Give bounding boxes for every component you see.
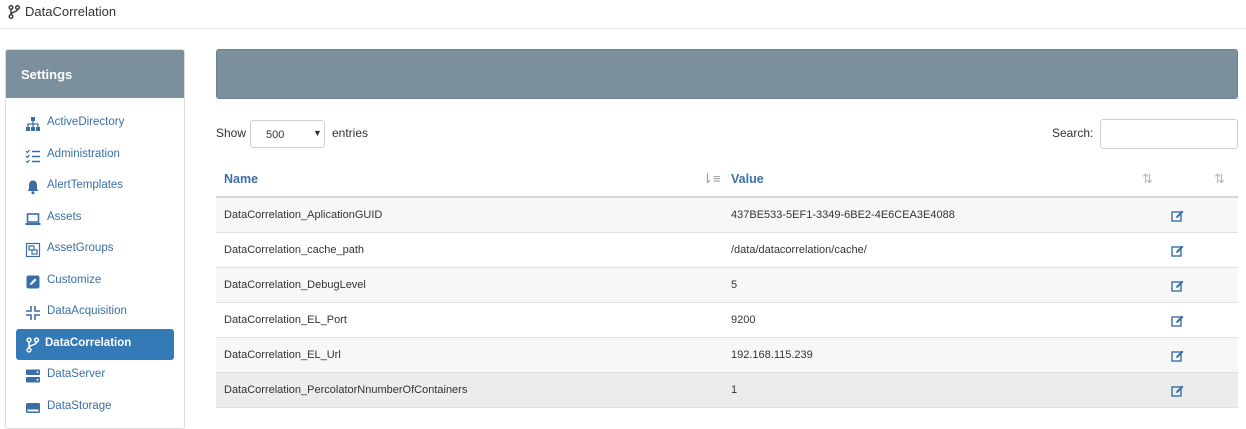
cell-value: 1 [731,384,738,396]
sidebar-item-label: Assets [47,210,82,223]
sidebar-item-alerttemplates[interactable]: AlertTemplates [16,171,174,203]
edit-icon[interactable] [1171,279,1185,293]
cell-value: /data/datacorrelation/cache/ [731,244,867,256]
table-row: DataCorrelation_PercolatorNnumberOfConta… [216,373,1238,408]
sidebar-item-label: ActiveDirectory [47,116,125,128]
search-input[interactable] [1100,119,1238,149]
panel-header [216,49,1238,99]
settings-table: Name ⇂≡ Value ⇅ ⇅ DataCorrelation_Aplica… [216,161,1238,408]
cell-name: DataCorrelation_PercolatorNnumberOfConta… [224,384,468,396]
sidebar-item-label: DataAcquisition [47,305,127,317]
entries-select[interactable]: 500 ▼ [250,120,325,148]
sidebar-item-label: Customize [47,273,102,286]
table-row: DataCorrelation_cache_path /data/datacor… [216,233,1238,268]
entries-label: entries [332,126,369,140]
entries-select-value: 500 [266,129,285,141]
sort-icon[interactable]: ⇅ [1142,171,1153,187]
caret-down-icon: ▼ [313,128,322,138]
show-label: Show [216,126,247,140]
cell-name: DataCorrelation_EL_Url [224,349,341,361]
sidebar-item-label: AssetGroups [47,242,114,254]
cell-name: DataCorrelation_EL_Port [224,314,347,326]
sidebar-item-activedirectory[interactable]: ActiveDirectory [16,108,174,140]
list-check-icon [25,149,40,163]
bell-icon [27,180,39,195]
sidebar-item-dataserver[interactable]: DataServer [16,360,174,392]
table-row: DataCorrelation_AplicationGUID 437BE533-… [216,198,1238,233]
compress-icon [26,306,40,320]
sidebar-item-datacorrelation[interactable]: DataCorrelation [16,328,174,360]
table-header: Name ⇂≡ Value ⇅ ⇅ [216,161,1238,198]
top-bar: DataCorrelation [0,0,1246,29]
cell-name: DataCorrelation_DebugLevel [224,279,366,291]
search-label: Search: [1052,126,1094,140]
edit-icon[interactable] [1171,314,1185,328]
edit-icon[interactable] [1171,244,1185,258]
sitemap-icon [26,117,40,131]
sidebar-menu: ActiveDirectory Administration AlertTemp… [6,98,184,423]
edit-icon[interactable] [1171,349,1185,363]
cell-value: 192.168.115.239 [731,349,813,361]
table-row: DataCorrelation_EL_Port 9200 [216,303,1238,338]
sidebar-item-assetgroups[interactable]: AssetGroups [16,234,174,266]
object-group-icon [25,242,41,258]
sort-icon[interactable]: ⇅ [1214,171,1225,187]
sidebar-item-label: Administration [47,147,120,160]
column-header-value[interactable]: Value [731,172,764,186]
sidebar-item-label: DataStorage [47,399,112,412]
edit-icon[interactable] [1171,384,1185,398]
cell-value: 5 [731,279,738,291]
sidebar-item-dataacquisition[interactable]: DataAcquisition [16,297,174,329]
laptop-icon [25,212,41,225]
table-row: DataCorrelation_EL_Url 192.168.115.239 [216,338,1238,373]
sidebar-item-assets[interactable]: Assets [16,203,174,235]
edit-square-icon [26,275,40,288]
sidebar-item-datastorage[interactable]: DataStorage [16,392,174,424]
server-icon [26,369,40,383]
settings-sidebar: Settings ActiveDirectory Administration [5,49,185,429]
sidebar-item-customize[interactable]: Customize [16,266,174,298]
hdd-icon [26,402,40,413]
edit-icon[interactable] [1171,209,1185,223]
sidebar-item-label: DataCorrelation [45,336,132,349]
sidebar-heading: Settings [6,50,184,98]
cell-value: 437BE533-5EF1-3349-6BE2-4E6CEA3E4088 [731,209,955,221]
sidebar-item-label: AlertTemplates [47,179,124,191]
code-branch-icon [26,336,40,353]
sidebar-item-label: DataServer [47,368,106,380]
table-row: DataCorrelation_DebugLevel 5 [216,268,1238,303]
sort-asc-icon[interactable]: ⇂≡ [702,171,720,187]
code-branch-icon [8,5,20,19]
column-header-name[interactable]: Name [224,172,258,186]
page-title: DataCorrelation [25,4,117,19]
sidebar-item-administration[interactable]: Administration [16,140,174,172]
cell-value: 9200 [731,314,756,326]
cell-name: DataCorrelation_AplicationGUID [224,209,383,221]
cell-name: DataCorrelation_cache_path [224,244,365,256]
